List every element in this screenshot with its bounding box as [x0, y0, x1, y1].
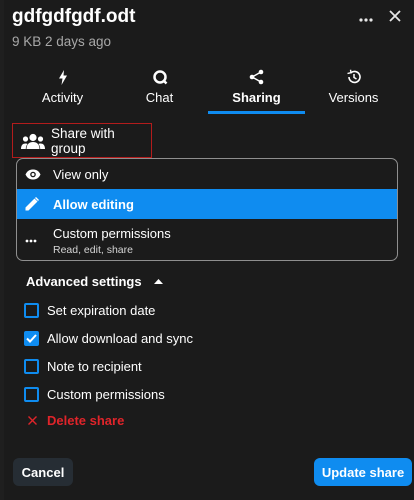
- close-icon: [28, 412, 37, 428]
- more-horizontal-icon: [359, 9, 373, 27]
- checkbox-icon: [24, 358, 39, 374]
- checkbox-expiration-date[interactable]: Set expiration date: [24, 300, 155, 320]
- eye-icon: [25, 169, 45, 180]
- tab-activity[interactable]: Activity: [14, 62, 111, 114]
- caret-up-icon: [153, 279, 163, 284]
- tab-chat[interactable]: Chat: [111, 62, 208, 114]
- pencil-icon: [25, 197, 45, 211]
- tab-sharing[interactable]: Sharing: [208, 62, 305, 114]
- tab-bar: Activity Chat Sharing Versions: [4, 62, 414, 114]
- advanced-settings-label: Advanced settings: [26, 274, 142, 289]
- checkbox-allow-download[interactable]: Allow download and sync: [24, 328, 193, 348]
- close-icon: [389, 9, 401, 27]
- permission-custom-label: Custom permissions: [53, 225, 171, 241]
- update-share-button[interactable]: Update share: [314, 458, 412, 486]
- permission-custom-description: Read, edit, share: [53, 243, 133, 256]
- tab-chat-label: Chat: [145, 90, 174, 105]
- permission-view-only-label: View only: [53, 166, 109, 182]
- more-horizontal-icon: [25, 239, 45, 243]
- checkbox-note-to-recipient[interactable]: Note to recipient: [24, 356, 142, 376]
- permission-allow-editing[interactable]: Allow editing: [17, 189, 397, 219]
- lightning-icon: [58, 68, 68, 86]
- file-meta: 9 KB 2 days ago: [12, 34, 112, 49]
- group-icon: [21, 133, 45, 149]
- sharing-sidebar: gdfgdfgdf.odt 9 KB 2 days ago Activity C…: [4, 0, 414, 500]
- permission-view-only[interactable]: View only: [17, 159, 397, 189]
- checkbox-custom-permissions[interactable]: Custom permissions: [24, 384, 165, 404]
- checkbox-custom-permissions-label: Custom permissions: [47, 386, 165, 402]
- checkbox-icon: [24, 386, 39, 402]
- permission-allow-editing-label: Allow editing: [53, 196, 134, 212]
- checkbox-note-label: Note to recipient: [47, 358, 142, 374]
- tab-activity-label: Activity: [41, 90, 84, 105]
- history-icon: [346, 68, 362, 86]
- tab-versions-label: Versions: [328, 90, 379, 105]
- share-icon: [249, 68, 264, 86]
- checkbox-checked-icon: [24, 330, 39, 346]
- tab-sharing-label: Sharing: [232, 90, 281, 105]
- delete-share-button[interactable]: Delete share: [28, 412, 124, 428]
- more-actions-button[interactable]: [353, 6, 379, 30]
- checkbox-expiration-label: Set expiration date: [47, 302, 156, 318]
- file-title: gdfgdfgdf.odt: [12, 6, 136, 27]
- checkbox-icon: [24, 302, 39, 318]
- advanced-settings-toggle[interactable]: Advanced settings: [26, 274, 163, 289]
- close-button[interactable]: [382, 6, 408, 30]
- checkbox-allow-download-label: Allow download and sync: [47, 330, 193, 346]
- delete-share-label: Delete share: [47, 412, 125, 428]
- tab-versions[interactable]: Versions: [305, 62, 402, 114]
- cancel-button[interactable]: Cancel: [13, 458, 73, 486]
- permission-custom[interactable]: Custom permissions Read, edit, share: [17, 219, 397, 260]
- permissions-dropdown: View only Allow editing Custom permissio…: [16, 158, 398, 261]
- share-with-group-button[interactable]: Share with group: [12, 123, 152, 158]
- chat-icon: [152, 68, 168, 86]
- share-with-group-label: Share with group: [51, 125, 115, 156]
